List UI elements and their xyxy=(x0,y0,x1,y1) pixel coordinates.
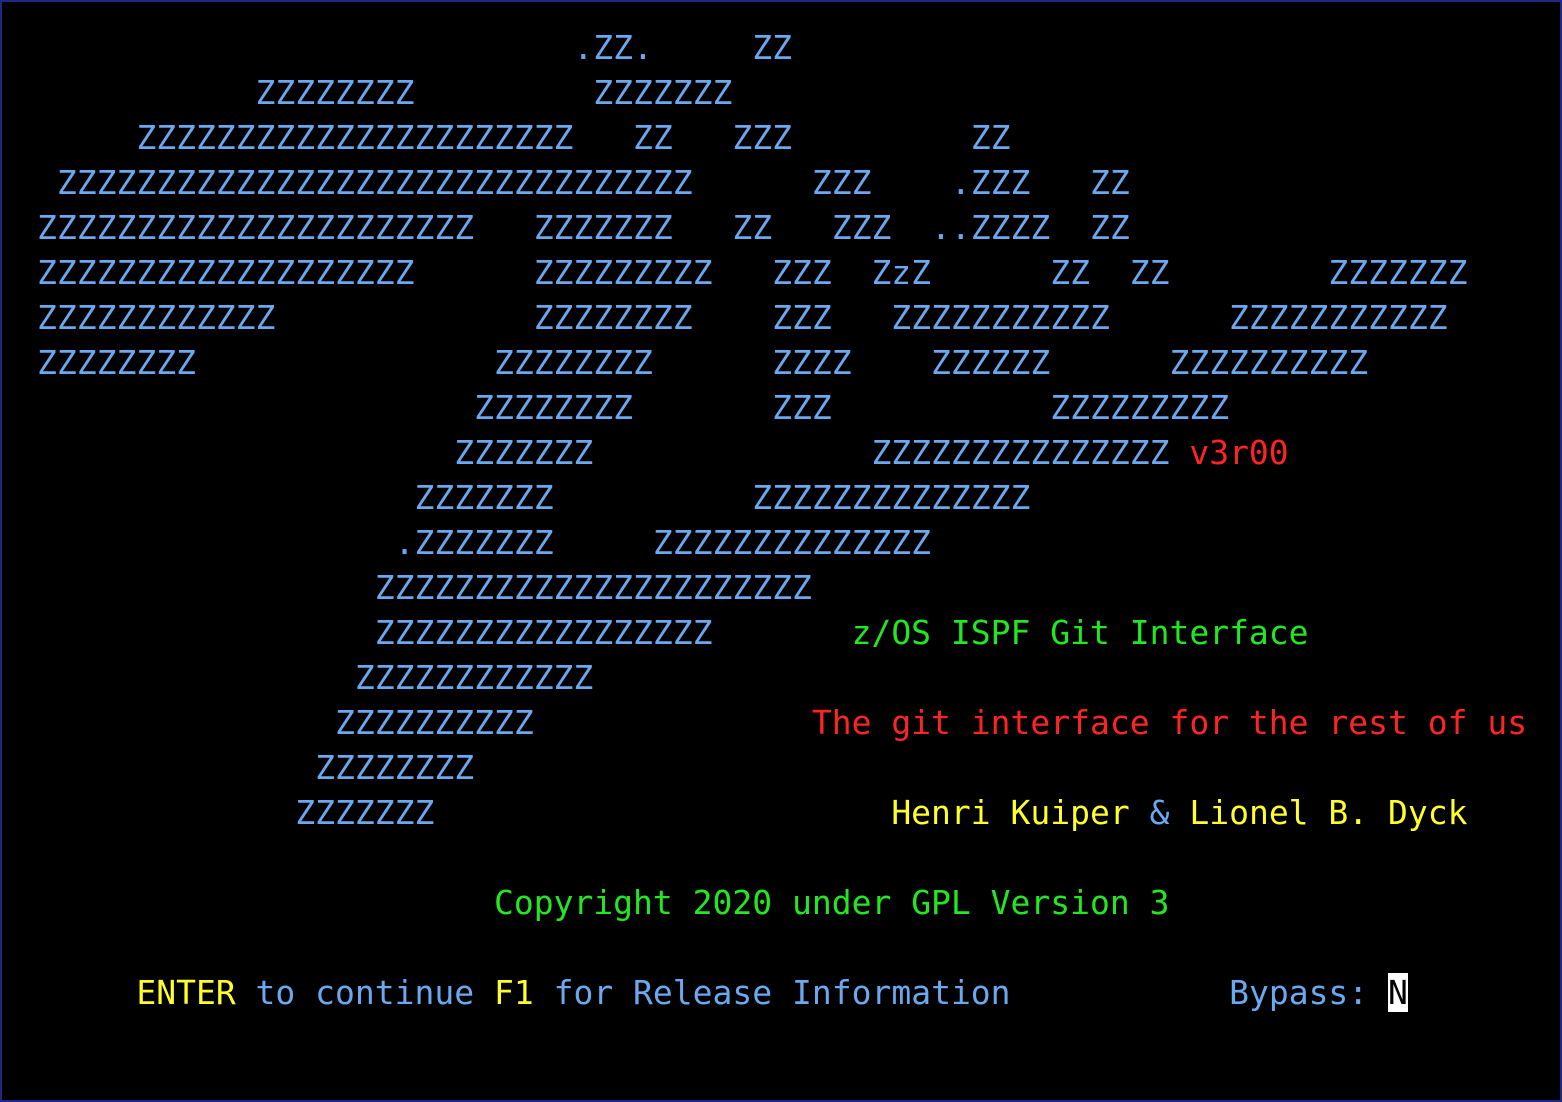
footer-text: for Release Information xyxy=(533,973,1011,1012)
copyright-text: Copyright 2020 under GPL Version 3 xyxy=(493,883,1170,922)
logo-art-line: ZZZZZZZZ ZZZZZZZZ ZZZZ ZZZZZZ ZZZZZZZZZZ xyxy=(37,343,1369,382)
logo-art-line: ZZZZZZZZZZZZZZZZZZZZZZZZZZZZZZZZ ZZZ .ZZ… xyxy=(37,163,1130,202)
logo-art-line: ZZZZZZZZZZZZ xyxy=(37,658,594,697)
tagline: The git interface for the rest of us xyxy=(811,703,1528,742)
terminal-screen: .ZZ. ZZ ZZZZZZZZ ZZZZZZZ ZZZZZZZZZZZZZZZ… xyxy=(0,0,1562,1102)
author-name: Henri Kuiper xyxy=(891,793,1130,832)
logo-art-line: .ZZ. ZZ xyxy=(37,28,792,67)
f1-key-label: F1 xyxy=(493,973,534,1012)
logo-art-line: .ZZZZZZZ ZZZZZZZZZZZZZZ xyxy=(37,523,932,562)
product-name-row: z/OS ISPF Git Interface xyxy=(37,610,1309,655)
authors-row: Henri Kuiper & Lionel B. Dyck xyxy=(37,790,1468,835)
bypass-label: Bypass: xyxy=(1229,973,1389,1012)
logo-art-line: ZZZZZZZZZZZZ ZZZZZZZZ ZZZ ZZZZZZZZZZZ ZZ… xyxy=(37,298,1448,337)
author-name: Lionel B. Dyck xyxy=(1189,793,1468,832)
enter-key-label: ENTER xyxy=(136,973,236,1012)
logo-art-line: ZZZZZZZZZZZZZZZZZZZZZZ ZZ ZZZ ZZ xyxy=(37,118,1011,157)
bypass-input[interactable]: N xyxy=(1388,973,1408,1012)
product-name: z/OS ISPF Git Interface xyxy=(851,613,1309,652)
version-row: v3r00 xyxy=(37,430,1289,475)
logo-art-line: ZZZZZZZZ ZZZ ZZZZZZZZZ xyxy=(37,388,1230,427)
logo-art-line: ZZZZZZZZZZZZZZZZZZZZZZ ZZZZZZZ ZZ ZZZ ..… xyxy=(37,208,1130,247)
logo-art-line: ZZZZZZZZZZZZZZZZZZZZZZ xyxy=(37,568,812,607)
copyright-row: Copyright 2020 under GPL Version 3 xyxy=(37,880,1170,925)
footer-text: to continue xyxy=(235,973,494,1012)
version-label: v3r00 xyxy=(1189,433,1289,472)
author-separator: & xyxy=(1129,793,1190,832)
logo-art-line: ZZZZZZZZ xyxy=(37,748,475,787)
logo-art-line: ZZZZZZZZ ZZZZZZZ xyxy=(37,73,733,112)
logo-art-line: ZZZZZZZZZZZZZZZZZZZ ZZZZZZZZZ ZZZ ZzZ ZZ… xyxy=(37,253,1468,292)
tagline-row: The git interface for the rest of us xyxy=(37,700,1527,745)
footer-row: ENTER to continue F1 for Release Informa… xyxy=(37,970,1408,1015)
logo-art-line: ZZZZZZZ ZZZZZZZZZZZZZZ xyxy=(37,478,1031,517)
